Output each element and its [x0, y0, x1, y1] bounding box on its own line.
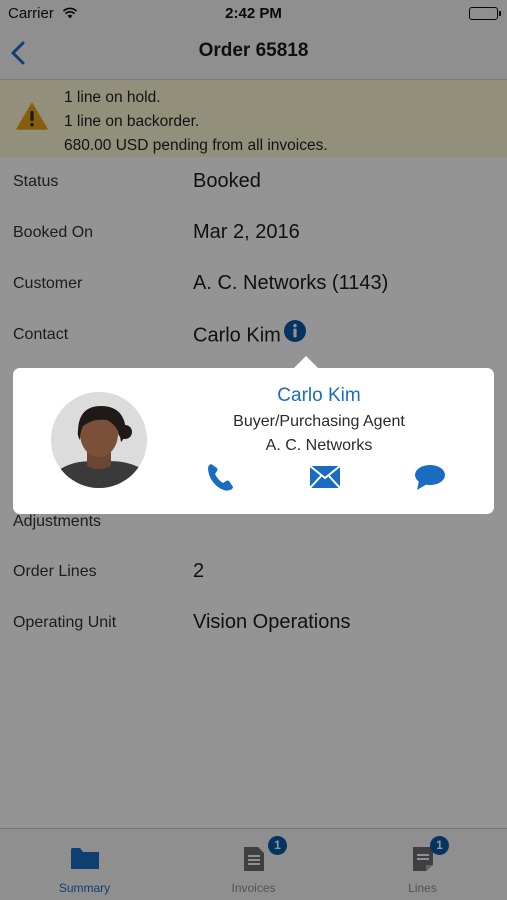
- phone-icon: [208, 464, 233, 491]
- popover-arrow: [293, 356, 319, 369]
- avatar: [51, 392, 147, 488]
- contact-role: Buyer/Purchasing Agent: [233, 413, 405, 430]
- message-button[interactable]: [413, 460, 447, 494]
- call-button[interactable]: [203, 460, 237, 494]
- contact-popover: Carlo Kim Buyer/Purchasing Agent A. C. N…: [13, 356, 494, 514]
- contact-name[interactable]: Carlo Kim: [163, 385, 475, 407]
- email-button[interactable]: [308, 460, 342, 494]
- mail-icon: [309, 465, 341, 489]
- chat-icon: [415, 465, 445, 490]
- contact-company: A. C. Networks: [265, 437, 373, 454]
